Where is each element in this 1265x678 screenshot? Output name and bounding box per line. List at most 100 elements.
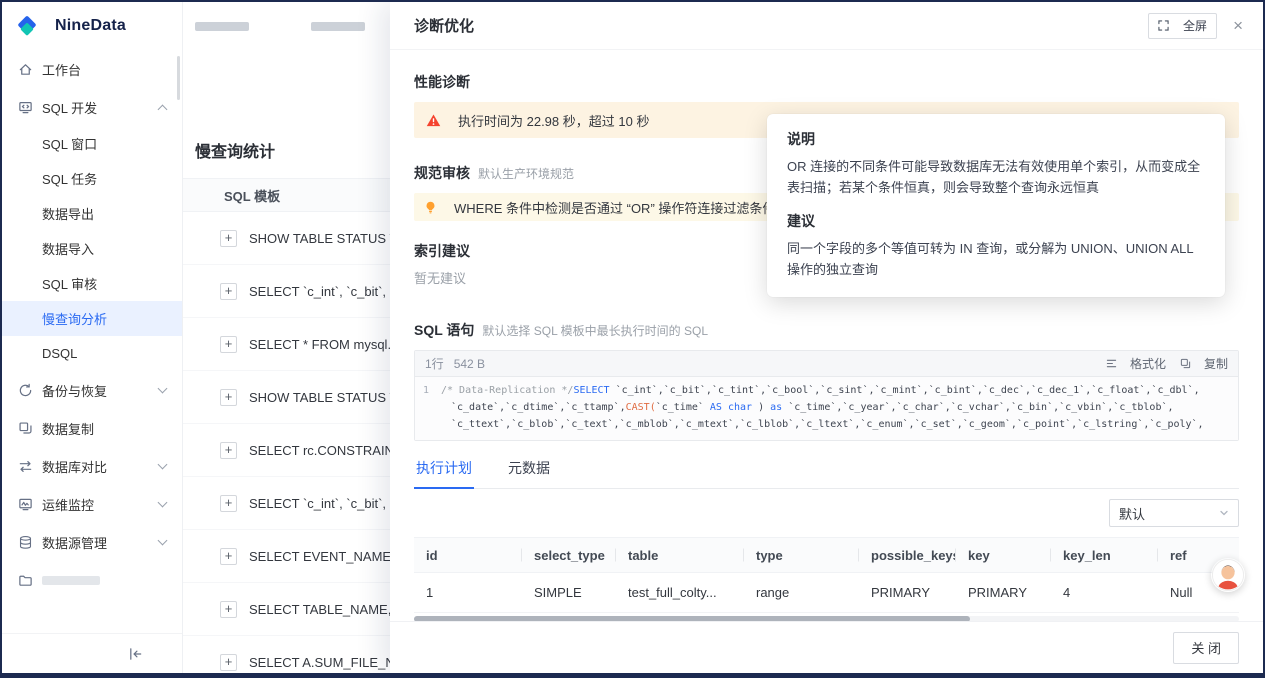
expand-row-button[interactable]: + <box>220 389 237 406</box>
close-icon[interactable]: × <box>1233 17 1243 34</box>
plan-header-row: idselect_typetabletypepossible_keyskeyke… <box>414 537 1239 573</box>
drawer-footer: 关 闭 <box>390 621 1263 673</box>
line-number: 1 <box>423 382 441 433</box>
sidebar-item-10[interactable]: 数据复制 <box>2 409 182 447</box>
drawer-header: 诊断优化 全屏 × <box>390 2 1263 50</box>
sql-dev-icon <box>18 100 33 115</box>
sidebar-item-4[interactable]: 数据导出 <box>2 196 182 231</box>
expand-row-button[interactable]: + <box>220 495 237 512</box>
compare-icon <box>18 459 33 474</box>
copy-button[interactable]: 复制 <box>1180 355 1228 372</box>
support-avatar[interactable] <box>1211 558 1245 592</box>
code-body: 1 /* Data-Replication */SELECT `c_int`,`… <box>415 377 1238 440</box>
collapse-sidebar-icon[interactable] <box>128 646 143 661</box>
monitor-icon <box>18 497 33 512</box>
sidebar-item-label: 数据导入 <box>42 239 94 258</box>
sql-template-text: SELECT A.SUM_FILE_NA <box>249 655 403 670</box>
sidebar-item-2[interactable]: SQL 窗口 <box>2 126 182 161</box>
column-header-key: key <box>956 548 1051 563</box>
chevron-down-icon <box>1219 508 1229 518</box>
folder-icon <box>18 573 33 588</box>
fullscreen-label: 全屏 <box>1183 17 1207 34</box>
sidebar-item-9[interactable]: 备份与恢复 <box>2 371 182 409</box>
code-size: 542 B <box>454 357 485 371</box>
sidebar-item-8[interactable]: DSQL <box>2 336 182 371</box>
expand-row-button[interactable]: + <box>220 283 237 300</box>
expand-row-button[interactable]: + <box>220 442 237 459</box>
plan-filter-value: 默认 <box>1119 504 1145 523</box>
sql-code-block: 1行 542 B 格式化 复制 1 /* <box>414 350 1239 441</box>
sql-heading: SQL 语句 <box>414 320 474 340</box>
cell: PRIMARY <box>859 585 956 600</box>
sidebar-nav: 工作台SQL 开发 SQL 窗口 SQL 任务数据导出数据导入 SQL 审核慢查询分析… <box>2 50 182 633</box>
sidebar-item-clipped[interactable] <box>2 561 182 599</box>
cell: 4 <box>1051 585 1158 600</box>
fullscreen-button[interactable]: 全屏 <box>1148 13 1217 39</box>
sql-template-text: SELECT `c_int`, `c_bit`, <box>249 284 386 299</box>
backup-icon <box>18 383 33 398</box>
sql-template-text: SELECT `c_int`, `c_bit`, <box>249 496 386 511</box>
format-button[interactable]: 格式化 <box>1106 355 1166 372</box>
cell: PRIMARY <box>956 585 1051 600</box>
warning-text: 执行时间为 22.98 秒，超过 10 秒 <box>458 111 649 130</box>
expand-row-button[interactable]: + <box>220 336 237 353</box>
brand-name: NineData <box>55 17 126 35</box>
cell: test_full_colty... <box>616 585 744 600</box>
app-root: NineData 工作台SQL 开发 SQL 窗口 SQL 任务数据导出数据导入 SQ… <box>0 0 1265 678</box>
expand-row-button[interactable]: + <box>220 654 237 671</box>
sql-heading-row: SQL 语句 默认选择 SQL 模板中最长执行时间的 SQL <box>414 320 1239 340</box>
bulb-icon <box>424 201 437 214</box>
close-button[interactable]: 关 闭 <box>1173 632 1239 664</box>
sidebar-item-label: 运维监控 <box>42 495 94 514</box>
brand-logo[interactable]: NineData <box>2 2 182 50</box>
sql-template-text: SHOW TABLE STATUS WH <box>249 231 411 246</box>
warning-triangle-icon <box>426 113 441 128</box>
sidebar-item-13[interactable]: 数据源管理 <box>2 523 182 561</box>
expand-row-button[interactable]: + <box>220 601 237 618</box>
expand-row-button[interactable]: + <box>220 548 237 565</box>
table-row: 1SIMPLEtest_full_colty...rangePRIMARYPRI… <box>414 573 1239 613</box>
tab-metadata[interactable]: 元数据 <box>506 452 552 488</box>
code-actions: 格式化 复制 <box>1106 355 1228 372</box>
column-header-key_len: key_len <box>1051 548 1158 563</box>
chevron-down-icon <box>158 384 168 394</box>
sidebar-item-0[interactable]: 工作台 <box>2 50 182 88</box>
code-line: `c_date`,`c_dtime`,`c_ttamp`,CAST(`c_tim… <box>441 399 1228 416</box>
format-icon <box>1106 358 1117 369</box>
audit-hint: 默认生产环境规范 <box>478 165 574 182</box>
sidebar-item-3[interactable]: SQL 任务 <box>2 161 182 196</box>
sidebar-item-6[interactable]: SQL 审核 <box>2 266 182 301</box>
copy-icon <box>1180 358 1191 369</box>
sidebar-item-label: 慢查询分析 <box>42 309 107 328</box>
drawer-header-actions: 全屏 × <box>1148 13 1243 39</box>
format-label: 格式化 <box>1130 355 1166 372</box>
column-header-table: table <box>616 548 744 563</box>
audit-heading: 规范审核 <box>414 163 470 183</box>
home-icon <box>18 62 33 77</box>
code-lines: /* Data-Replication */SELECT `c_int`,`c_… <box>441 382 1228 433</box>
sidebar-item-label: 备份与恢复 <box>42 381 107 400</box>
sidebar-item-label: SQL 窗口 <box>42 134 97 153</box>
column-header-id: id <box>414 548 522 563</box>
sidebar-scrollbar[interactable] <box>177 56 180 100</box>
tab-execution-plan[interactable]: 执行计划 <box>414 452 474 489</box>
column-header-select_type: select_type <box>522 548 616 563</box>
sidebar-item-5[interactable]: 数据导入 <box>2 231 182 266</box>
sidebar-item-label: 数据库对比 <box>42 457 107 476</box>
chevron-up-icon <box>158 104 168 114</box>
cell: 1 <box>414 585 522 600</box>
plan-body: 1SIMPLEtest_full_colty...rangePRIMARYPRI… <box>414 573 1239 613</box>
sql-template-text: SELECT * FROM mysql.slo <box>249 337 408 352</box>
plan-filter-select[interactable]: 默认 <box>1109 499 1239 527</box>
sql-template-text: SELECT rc.CONSTRAINT_ <box>249 443 409 458</box>
plan-filter-row: 默认 <box>414 499 1239 527</box>
sidebar-item-12[interactable]: 运维监控 <box>2 485 182 523</box>
sidebar-item-11[interactable]: 数据库对比 <box>2 447 182 485</box>
sidebar-item-label: 数据导出 <box>42 204 94 223</box>
sidebar-item-7[interactable]: 慢查询分析 <box>2 301 182 336</box>
sidebar-item-1[interactable]: SQL 开发 <box>2 88 182 126</box>
expand-row-button[interactable]: + <box>220 230 237 247</box>
sidebar-item-label: 数据源管理 <box>42 533 107 552</box>
fullscreen-icon <box>1158 20 1169 31</box>
chevron-down-icon <box>158 536 168 546</box>
